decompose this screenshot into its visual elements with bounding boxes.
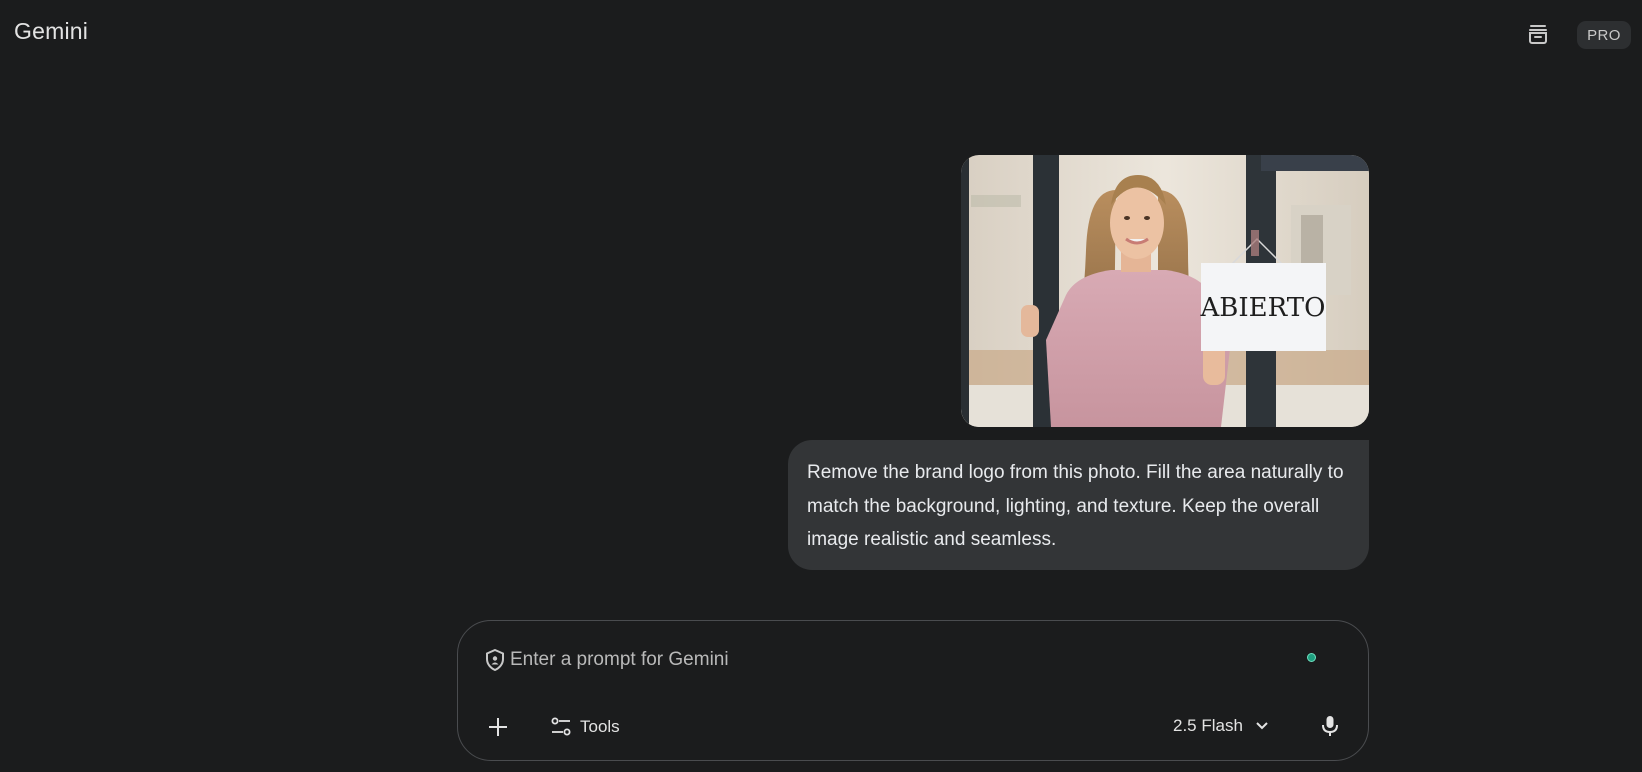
chat-history-icon[interactable] xyxy=(1524,20,1552,48)
status-dot xyxy=(1307,653,1316,662)
model-selector[interactable]: 2.5 Flash xyxy=(1173,709,1269,743)
microphone-button[interactable] xyxy=(1313,709,1347,743)
tools-label: Tools xyxy=(580,717,620,736)
shield-icon xyxy=(485,648,505,672)
chevron-down-icon xyxy=(1256,722,1268,730)
user-message-bubble[interactable]: Remove the brand logo from this photo. F… xyxy=(788,440,1369,570)
microphone-icon xyxy=(1322,716,1338,736)
sign-text: ABIERTO xyxy=(1200,293,1326,323)
app-title[interactable]: Gemini xyxy=(14,18,88,45)
prompt-input[interactable] xyxy=(510,643,1270,677)
model-label: 2.5 Flash xyxy=(1173,716,1243,735)
user-message-text: Remove the brand logo from this photo. F… xyxy=(807,462,1344,550)
prompt-composer: Tools 2.5 Flash xyxy=(457,620,1369,761)
tools-button[interactable]: Tools xyxy=(542,710,628,744)
user-uploaded-image[interactable]: ABIERTO xyxy=(961,155,1369,427)
pro-badge[interactable]: PRO xyxy=(1577,21,1631,49)
plus-icon xyxy=(489,718,507,736)
tools-sliders-icon xyxy=(551,717,571,736)
add-attachment-button[interactable] xyxy=(480,709,516,745)
top-bar: Gemini PRO xyxy=(0,0,1642,70)
